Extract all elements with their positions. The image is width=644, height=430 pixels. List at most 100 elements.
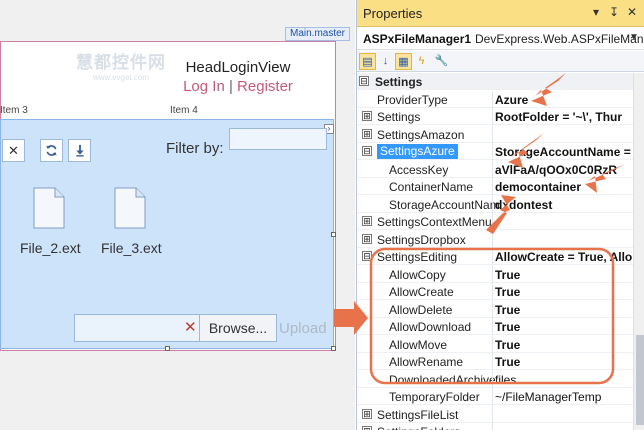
events-icon[interactable]: ϟ [413,53,430,70]
property-row[interactable]: ContainerName democontainer [357,178,633,195]
property-row[interactable]: TemporaryFolder ~/FileManagerTemp [357,388,633,405]
close-icon[interactable]: ✕ [627,5,637,19]
property-name: SettingsFileList [377,407,459,422]
property-row[interactable]: ⊟ SettingsEditing AllowCreate = True, Allo [357,248,633,265]
property-name: SettingsFolders [377,425,460,430]
property-value[interactable]: dxdontest [495,198,633,212]
property-name: AccessKey [389,162,449,177]
login-link[interactable]: Log In [183,78,225,95]
column-splitter [492,318,493,335]
filter-input[interactable] [229,128,327,150]
property-name: ProviderType [377,92,448,107]
clear-icon[interactable]: ✕ [184,318,197,336]
expand-icon[interactable]: ⊞ [362,111,372,121]
property-value[interactable]: True [495,355,633,369]
property-row[interactable]: AllowDelete True [357,300,633,318]
property-name: AllowRename [389,355,464,369]
chevron-down-icon[interactable]: ▼ [629,32,639,43]
property-row[interactable]: ProviderType Azure [357,90,633,108]
column-splitter [492,353,493,370]
properties-icon[interactable]: ▦ [395,53,412,70]
property-row[interactable]: AccessKey aVlFaA/qOOx0C0RzR [357,160,633,178]
expand-icon[interactable]: ⊞ [362,426,372,430]
property-value[interactable]: True [495,268,633,282]
file-icon[interactable] [114,187,146,229]
property-value[interactable]: RootFolder = '~\', Thur [495,110,633,124]
property-value[interactable]: files [495,373,633,387]
upload-button[interactable]: Upload [279,320,327,337]
property-row[interactable]: AllowCopy True [357,265,633,283]
property-value[interactable]: True [495,303,633,317]
property-name: Settings [375,75,423,89]
delete-button[interactable]: ✕ [2,139,25,162]
property-row[interactable]: ⊞ Settings RootFolder = '~\', Thur [357,108,633,125]
pin-icon[interactable]: ↧ [609,5,619,19]
vertical-scrollbar[interactable] [633,73,644,430]
column-splitter [492,143,493,160]
properties-title: Properties [363,6,423,21]
menu-item-3[interactable]: Item 3 [0,105,28,116]
property-row[interactable]: ⊟ SettingsAzure StorageAccountName = [357,143,633,160]
object-selector[interactable]: ASPxFileManager1 DevExpress.Web.ASPxFile… [357,28,644,50]
property-category-row[interactable]: ⊟ Settings [357,73,633,90]
property-name: SettingsContextMenu [377,215,492,229]
property-row[interactable]: AllowCreate True [357,283,633,300]
property-row[interactable]: ⊞ SettingsFileList [357,405,633,423]
file-name[interactable]: File_3.ext [101,240,162,256]
refresh-button[interactable] [40,139,63,162]
resize-handle[interactable] [331,346,336,351]
property-row[interactable]: AllowRename True [357,353,633,370]
resize-handle[interactable] [331,232,336,237]
expand-icon[interactable]: ⊞ [362,408,372,419]
browse-button[interactable]: Browse... [199,314,277,342]
collapse-icon[interactable]: ⊟ [362,146,372,156]
column-splitter [492,90,493,108]
alphabetical-icon[interactable]: ↓ [377,53,394,70]
file-name[interactable]: File_2.ext [20,240,81,256]
scrollbar-thumb[interactable] [636,335,644,425]
column-splitter [492,388,493,405]
property-value[interactable]: democontainer [495,180,633,194]
property-value[interactable]: AllowCreate = True, Allo [495,250,633,264]
property-row[interactable]: AllowDownload True [357,318,633,335]
property-name: SettingsDropbox [377,232,466,247]
column-splitter [492,248,493,265]
property-value[interactable]: True [495,320,633,334]
collapse-icon[interactable]: ⊟ [359,76,369,86]
download-button[interactable] [68,139,91,162]
property-value[interactable]: True [495,338,633,352]
properties-toolbar: ▤ ↓ ▦ ϟ 🔧 [357,51,644,72]
filter-label: Filter by: [166,140,224,157]
resize-handle[interactable] [165,346,170,351]
property-row[interactable]: ⊞ SettingsDropbox [357,230,633,248]
property-row[interactable]: StorageAccountNam dxdontest [357,195,633,213]
property-row[interactable]: ⊞ SettingsContextMenu [357,213,633,230]
property-row[interactable]: AllowMove True [357,335,633,353]
expand-icon[interactable]: ⊞ [362,216,372,226]
upload-file-input[interactable] [74,314,200,342]
expand-icon[interactable]: ⊞ [362,233,372,244]
design-surface: Main.master HeadLoginView Log In | Regis… [0,0,355,430]
property-row[interactable]: ⊞ SettingsAmazon [357,125,633,143]
property-value[interactable]: aVlFaA/qOOx0C0RzR [495,163,633,177]
categorized-icon[interactable]: ▤ [359,53,376,70]
property-name: SettingsAzure [377,144,458,159]
column-splitter [492,108,493,125]
property-name: SettingsEditing [377,250,458,264]
collapse-icon[interactable]: ⊟ [362,251,372,261]
expand-icon[interactable]: ⊞ [362,128,372,139]
column-splitter [492,300,493,318]
register-link[interactable]: Register [237,78,293,95]
property-value[interactable]: ~/FileManagerTemp [495,390,633,404]
window-position-icon[interactable]: ▾ [593,5,599,19]
column-splitter [492,265,493,283]
menu-item-4[interactable]: Item 4 [170,105,198,116]
property-value[interactable]: StorageAccountName = [495,145,633,159]
file-icon[interactable] [33,187,65,229]
property-row[interactable]: DownloadedArchive files [357,370,633,388]
master-page-tag[interactable]: Main.master [284,27,350,41]
property-pages-icon[interactable]: 🔧 [433,53,450,70]
property-value[interactable]: Azure [495,93,633,107]
property-row[interactable]: ⊞ SettingsFolders [357,423,633,430]
property-value[interactable]: True [495,285,633,299]
